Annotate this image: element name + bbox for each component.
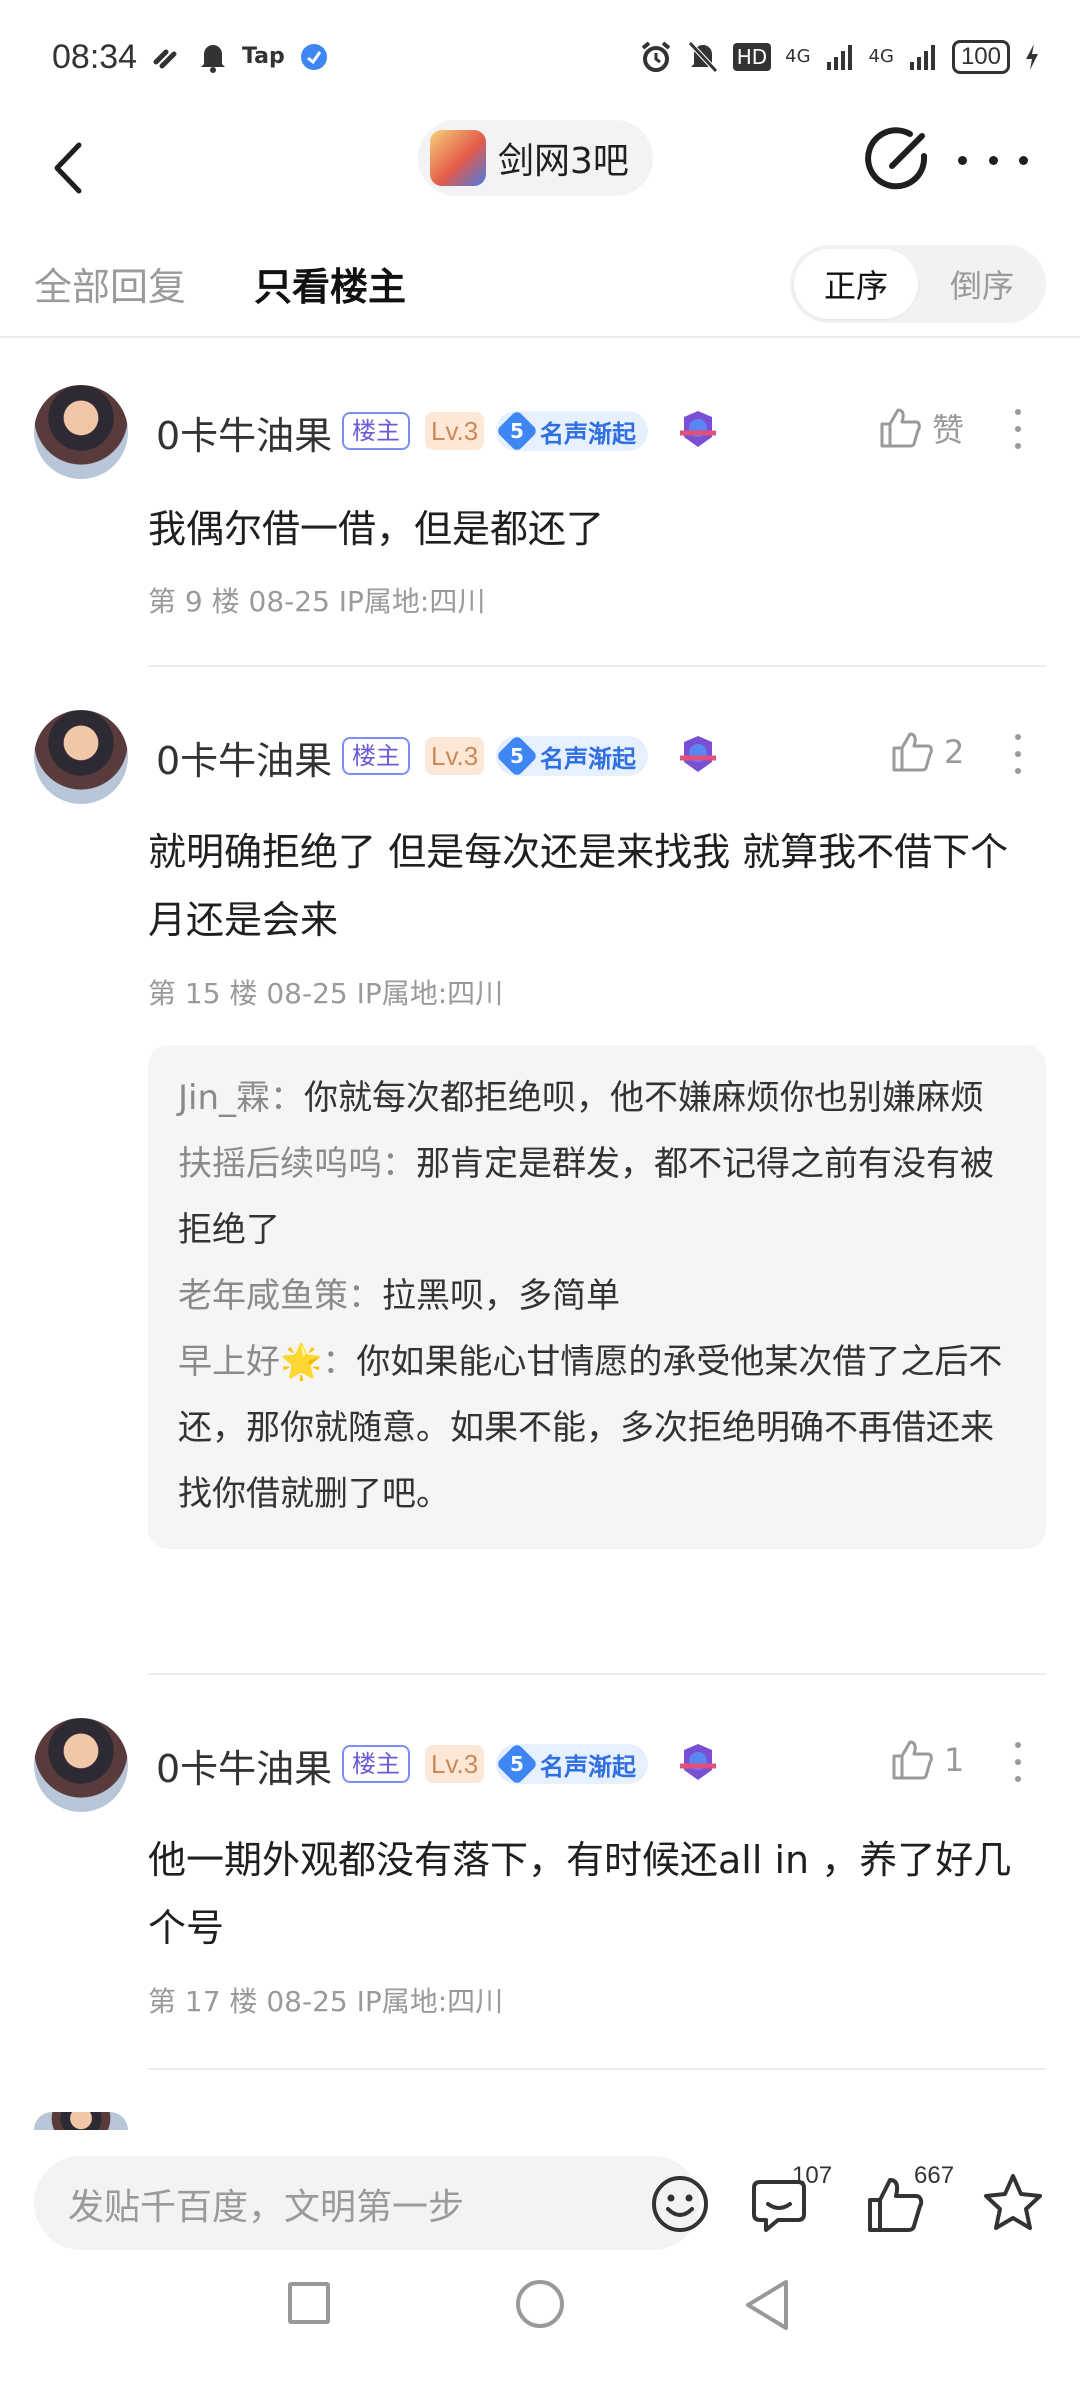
like-count: 2 bbox=[944, 733, 965, 771]
reply-author[interactable]: 早上好🌟 bbox=[178, 1342, 322, 1382]
divider bbox=[148, 2068, 1046, 2070]
like-label: 赞 bbox=[932, 411, 965, 449]
level-badge: Lv.3 bbox=[425, 412, 485, 450]
reply-text: 你就每次都拒绝呗，他不嫌麻烦你也别嫌麻烦 bbox=[304, 1078, 985, 1118]
tab-op-only[interactable]: 只看楼主 bbox=[254, 256, 406, 311]
fame-badge: 5 名声渐起 bbox=[495, 734, 648, 778]
divider bbox=[148, 1673, 1046, 1675]
like-total-count: 667 bbox=[914, 2162, 955, 2189]
back-nav-icon[interactable] bbox=[742, 2278, 792, 2332]
alarm-icon bbox=[641, 41, 670, 72]
forum-logo bbox=[430, 130, 486, 186]
status-time: 08:34 bbox=[52, 38, 138, 76]
network-4g-1: 4G bbox=[785, 46, 811, 67]
reply-author[interactable]: 老年咸鱼策 bbox=[178, 1276, 348, 1316]
avatar[interactable] bbox=[34, 385, 128, 479]
comment-input[interactable]: 发贴千百度，文明第一步 bbox=[34, 2156, 708, 2250]
sort-ascending-button[interactable]: 正序 bbox=[794, 249, 918, 319]
hd-badge: HD bbox=[732, 43, 772, 71]
op-badge: 楼主 bbox=[342, 1745, 410, 1783]
recents-nav-icon[interactable] bbox=[288, 2282, 330, 2324]
medal-icon bbox=[680, 1744, 716, 1780]
like-button[interactable]: 1 bbox=[890, 1738, 964, 1782]
like-button[interactable]: 赞 bbox=[878, 405, 964, 451]
reply-author[interactable]: Jin_霖 bbox=[178, 1078, 270, 1118]
reply-tabs: 全部回复 只看楼主 正序 倒序 bbox=[0, 240, 1080, 338]
username[interactable]: 0卡牛油果 bbox=[156, 1738, 332, 1793]
sub-reply: 老年咸鱼策：拉黑呗，多简单 bbox=[178, 1276, 620, 1316]
post-more-icon[interactable] bbox=[1012, 409, 1024, 449]
fame-badge: 5 名声渐起 bbox=[495, 409, 648, 453]
medal-icon bbox=[680, 411, 716, 447]
sub-reply: 早上好🌟：你如果能心甘情愿的承受他某次借了之后不还，那你就随意。如果不能，多次拒… bbox=[178, 1342, 1003, 1514]
username[interactable]: 0卡牛油果 bbox=[156, 405, 332, 460]
post-meta: 第 9 楼 08-25 IP属地:四川 bbox=[148, 585, 486, 618]
sub-replies[interactable]: Jin_霖：你就每次都拒绝呗，他不嫌麻烦你也别嫌麻烦 扶摇后续呜呜：那肯定是群发… bbox=[148, 1045, 1046, 1549]
forum-link[interactable]: 剑网3吧 bbox=[418, 120, 653, 196]
battery-indicator: 100 bbox=[951, 40, 1010, 74]
back-button[interactable] bbox=[38, 128, 98, 208]
post-meta: 第 17 楼 08-25 IP属地:四川 bbox=[148, 1985, 504, 2018]
level-badge: Lv.3 bbox=[425, 737, 485, 775]
fame-level: 5 bbox=[510, 418, 524, 443]
post-more-icon[interactable] bbox=[1012, 1742, 1024, 1782]
post-content: 我偶尔借一借，但是都还了 bbox=[148, 507, 605, 551]
sort-toggle: 正序 倒序 bbox=[790, 245, 1046, 323]
emoji-icon[interactable] bbox=[650, 2174, 710, 2234]
fame-title: 名声渐起 bbox=[540, 1752, 636, 1781]
link-icon bbox=[153, 49, 177, 69]
fame-title: 名声渐起 bbox=[540, 419, 636, 448]
signal-icon-1 bbox=[826, 45, 852, 70]
like-count: 1 bbox=[944, 1741, 965, 1779]
thumb-up-icon bbox=[892, 732, 933, 772]
post-more-icon[interactable] bbox=[1012, 734, 1024, 774]
fame-badge: 5 名声渐起 bbox=[495, 1742, 648, 1786]
op-badge: 楼主 bbox=[342, 412, 410, 450]
back-chevron-icon bbox=[54, 142, 82, 194]
more-dots-icon[interactable] bbox=[958, 140, 1028, 180]
comment-count: 107 bbox=[792, 2162, 833, 2189]
bottom-action-bar: 发贴千百度，文明第一步 107 667 bbox=[0, 2130, 1080, 2270]
sort-descending-button[interactable]: 倒序 bbox=[922, 249, 1042, 319]
forum-name: 剑网3吧 bbox=[498, 141, 629, 182]
username[interactable]: 0卡牛油果 bbox=[156, 730, 332, 785]
avatar-partial[interactable] bbox=[34, 2112, 128, 2130]
op-badge: 楼主 bbox=[342, 737, 410, 775]
tab-all-replies[interactable]: 全部回复 bbox=[34, 256, 186, 311]
divider bbox=[148, 665, 1046, 667]
edit-post-icon[interactable] bbox=[862, 126, 932, 196]
thumb-up-icon bbox=[892, 1740, 933, 1780]
post-content: 他一期外观都没有落下，有时候还all in ，养了好几个号 bbox=[148, 1838, 1012, 1950]
status-bar: 08:34 Tap HD 4G 4G 100 bbox=[0, 0, 1080, 110]
like-button[interactable]: 2 bbox=[890, 730, 964, 774]
signal-icon-2 bbox=[909, 45, 935, 70]
post-meta: 第 15 楼 08-25 IP属地:四川 bbox=[148, 977, 504, 1010]
fame-level: 5 bbox=[510, 743, 524, 768]
fame-level: 5 bbox=[510, 1751, 524, 1776]
thumb-up-icon bbox=[880, 408, 921, 448]
top-header: 剑网3吧 bbox=[0, 110, 1080, 240]
level-badge: Lv.3 bbox=[425, 1745, 485, 1783]
post-content: 就明确拒绝了 但是每次还是来找我 就算我不借下个月还是会来 bbox=[148, 830, 1009, 942]
app-circle-icon bbox=[300, 44, 327, 70]
bell-icon bbox=[201, 45, 225, 73]
reply-text: 拉黑呗，多简单 bbox=[382, 1276, 620, 1316]
home-nav-icon[interactable] bbox=[516, 2280, 564, 2328]
avatar[interactable] bbox=[34, 710, 128, 804]
avatar[interactable] bbox=[34, 1718, 128, 1812]
medal-icon bbox=[680, 736, 716, 772]
tap-label: Tap bbox=[242, 44, 285, 69]
charging-icon bbox=[1026, 44, 1038, 70]
mute-bell-icon bbox=[687, 41, 718, 73]
reply-author[interactable]: 扶摇后续呜呜 bbox=[178, 1144, 382, 1184]
sub-reply: 扶摇后续呜呜：那肯定是群发，都不记得之前有没有被拒绝了 bbox=[178, 1144, 994, 1250]
fame-title: 名声渐起 bbox=[540, 744, 636, 773]
network-4g-2: 4G bbox=[868, 46, 894, 67]
sub-reply: Jin_霖：你就每次都拒绝呗，他不嫌麻烦你也别嫌麻烦 bbox=[178, 1078, 985, 1118]
star-icon[interactable] bbox=[982, 2172, 1044, 2234]
comment-placeholder: 发贴千百度，文明第一步 bbox=[68, 2187, 465, 2228]
